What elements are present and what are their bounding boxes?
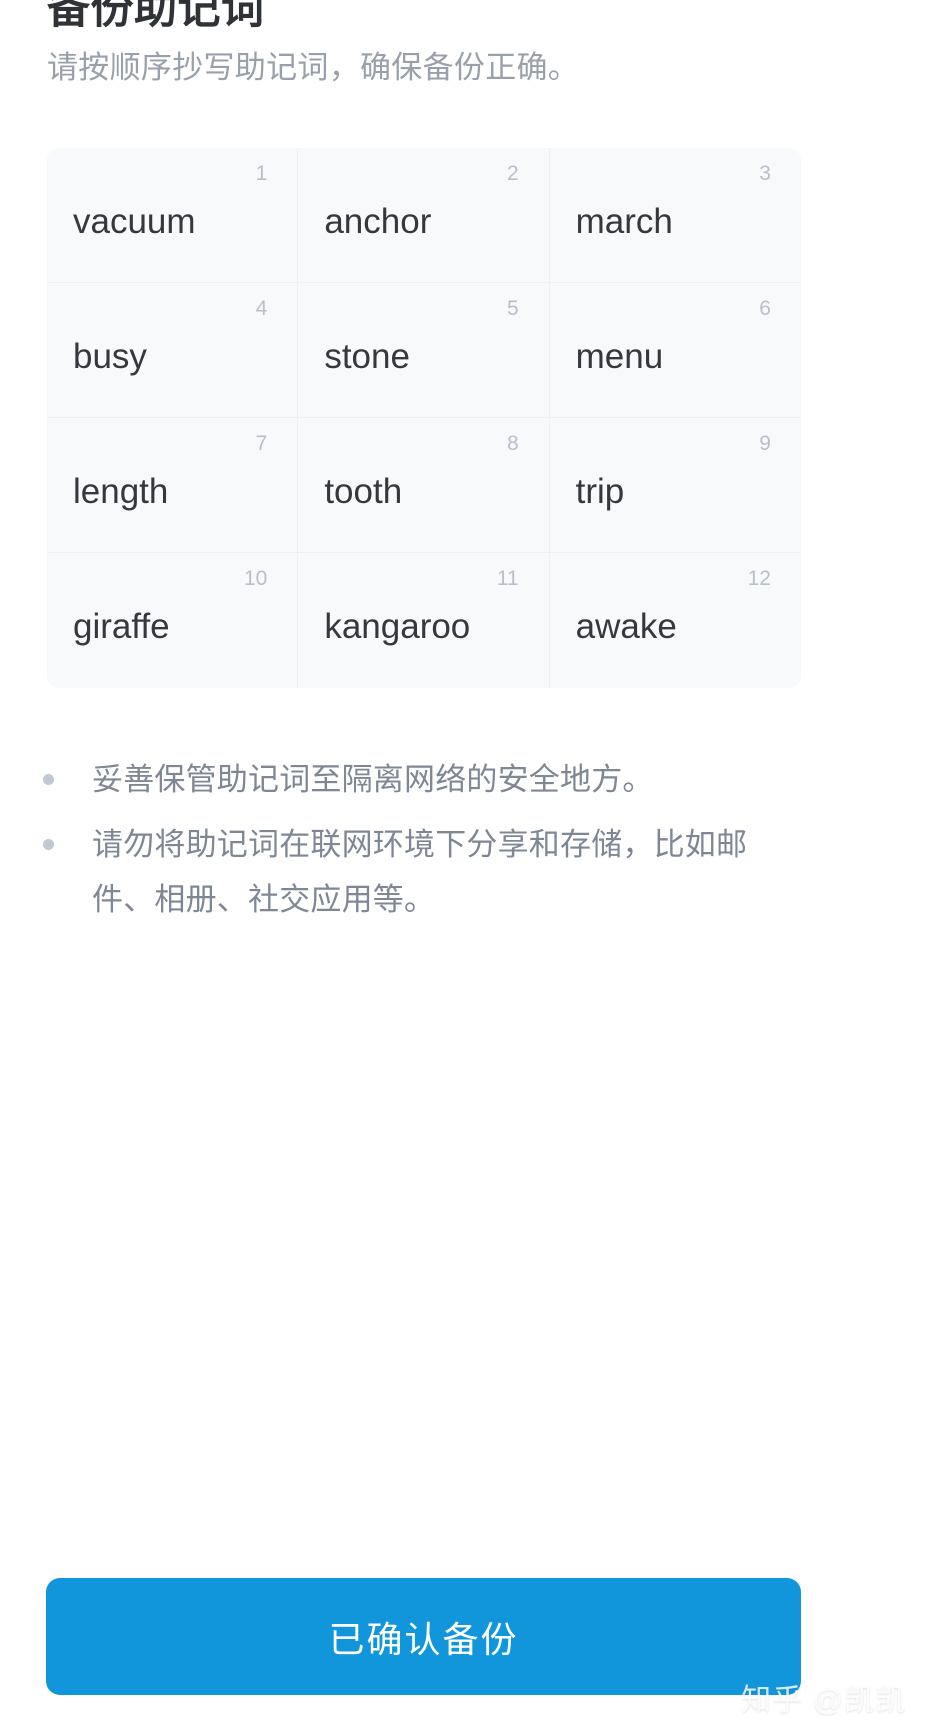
mnemonic-word-cell[interactable]: 11 kangaroo xyxy=(298,553,550,688)
word-index-label: 12 xyxy=(747,567,771,590)
word-text-label: giraffe xyxy=(73,607,170,646)
word-text-label: march xyxy=(575,202,673,241)
mnemonic-word-grid: 1 vacuum 2 anchor 3 march 4 busy 5 stone… xyxy=(47,148,801,688)
mnemonic-word-cell[interactable]: 10 giraffe xyxy=(47,553,299,688)
notice-list-item: 妥善保管助记词至隔离网络的安全地方。 xyxy=(43,752,803,807)
word-text-label: kangaroo xyxy=(324,607,471,646)
word-index-label: 3 xyxy=(759,162,771,185)
word-index-label: 1 xyxy=(255,162,268,185)
word-text-label: anchor xyxy=(324,202,432,241)
word-text-label: stone xyxy=(324,337,410,376)
word-text-label: trip xyxy=(575,472,625,511)
mnemonic-word-cell[interactable]: 6 menu xyxy=(549,283,801,418)
notice-list-item: 请勿将助记词在联网环境下分享和存储，比如邮件、相册、社交应用等。 xyxy=(43,817,803,927)
word-index-label: 7 xyxy=(255,432,268,455)
word-text-label: awake xyxy=(575,607,677,646)
mnemonic-word-cell[interactable]: 1 vacuum xyxy=(47,148,299,283)
word-index-label: 2 xyxy=(506,162,519,185)
mnemonic-word-cell[interactable]: 12 awake xyxy=(549,553,801,688)
word-text-label: tooth xyxy=(324,472,403,511)
mnemonic-word-cell[interactable]: 8 tooth xyxy=(298,418,550,553)
notice-text: 请勿将助记词在联网环境下分享和存储，比如邮件、相册、社交应用等。 xyxy=(92,827,748,917)
bullet-icon xyxy=(43,839,54,850)
word-index-label: 10 xyxy=(243,567,268,590)
word-text-label: vacuum xyxy=(73,202,196,241)
mnemonic-word-cell[interactable]: 2 anchor xyxy=(298,148,550,283)
page-subtitle: 请按顺序抄写助记词，确保备份正确。 xyxy=(47,50,580,85)
notice-text: 妥善保管助记词至隔离网络的安全地方。 xyxy=(92,762,654,797)
mnemonic-word-cell[interactable]: 7 length xyxy=(47,418,299,553)
word-index-label: 9 xyxy=(759,432,771,455)
bullet-icon xyxy=(43,774,54,785)
mnemonic-word-cell[interactable]: 5 stone xyxy=(298,283,550,418)
word-index-label: 4 xyxy=(255,297,268,320)
confirm-backup-button[interactable]: 已确认备份 xyxy=(46,1578,801,1695)
mnemonic-word-cell[interactable]: 3 march xyxy=(549,148,801,283)
word-index-label: 8 xyxy=(506,432,519,455)
mnemonic-word-cell[interactable]: 9 trip xyxy=(549,418,801,553)
word-text-label: menu xyxy=(575,337,664,376)
page-title: 备份助记词 xyxy=(47,0,265,33)
security-notice-list: 妥善保管助记词至隔离网络的安全地方。 请勿将助记词在联网环境下分享和存储，比如邮… xyxy=(43,752,803,937)
mnemonic-word-cell[interactable]: 4 busy xyxy=(47,283,299,418)
word-index-label: 5 xyxy=(506,297,519,320)
word-index-label: 11 xyxy=(496,567,519,590)
mnemonic-backup-screen: 备份助记词 请按顺序抄写助记词，确保备份正确。 1 vacuum 2 ancho… xyxy=(0,0,928,1735)
word-index-label: 6 xyxy=(759,297,771,320)
word-text-label: busy xyxy=(73,337,147,376)
word-text-label: length xyxy=(73,472,169,511)
